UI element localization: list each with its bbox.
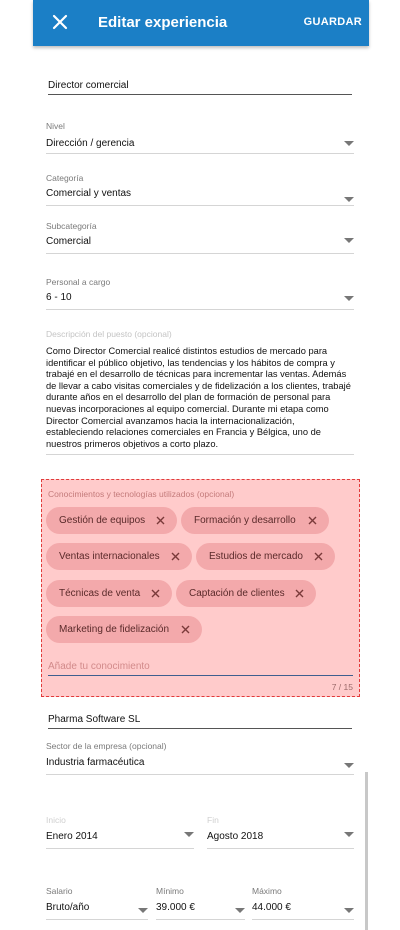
sector-select[interactable]: Sector de la empresa (opcional) Industri… (46, 741, 354, 775)
chevron-down-icon (344, 763, 354, 768)
skill-chip-label: Ventas internacionales (59, 551, 160, 562)
skill-chip[interactable]: Gestión de equipos (46, 507, 177, 534)
level-value: Dirección / gerencia (46, 138, 135, 149)
scrollbar[interactable] (365, 772, 368, 930)
subcategory-label: Subcategoría (46, 221, 97, 231)
skills-section: Conocimientos y tecnologías utilizados (… (41, 479, 360, 697)
subcategory-value: Comercial (46, 236, 92, 247)
chevron-down-icon (344, 141, 354, 146)
chevron-down-icon (138, 908, 148, 913)
skill-chip-label: Gestión de equipos (59, 515, 146, 526)
staff-label: Personal a cargo (46, 277, 111, 287)
salary-max-value: 44.000 € (252, 902, 291, 913)
sector-value: Industria farmacéutica (46, 757, 145, 768)
close-icon[interactable] (181, 625, 190, 634)
skill-chip[interactable]: Estudios de mercado (196, 543, 335, 570)
skill-chip-label: Técnicas de venta (59, 588, 141, 599)
description-label: Descripción del puesto (opcional) (46, 329, 172, 339)
salary-min-select[interactable]: Mínimo 39.000 € (156, 886, 245, 920)
chevron-down-icon (344, 832, 354, 837)
chevron-down-icon (344, 238, 354, 243)
close-icon[interactable] (295, 589, 304, 598)
staff-value: 6 - 10 (46, 292, 72, 303)
start-date-select[interactable]: Inicio Enero 2014 (46, 815, 194, 849)
close-icon[interactable] (308, 516, 317, 525)
description-field[interactable]: Descripción del puesto (opcional) Como D… (46, 329, 354, 455)
description-text: Como Director Comercial realicé distinto… (46, 346, 351, 449)
close-icon[interactable] (49, 11, 71, 33)
category-label: Categoría (46, 173, 84, 183)
skills-counter: 7 / 15 (331, 682, 353, 692)
close-icon[interactable] (314, 552, 323, 561)
skill-chip[interactable]: Técnicas de venta (46, 580, 172, 607)
page-title: Editar experiencia (98, 14, 228, 31)
skill-chip-label: Captación de clientes (189, 588, 285, 599)
close-icon[interactable] (171, 552, 180, 561)
end-date-select[interactable]: Fin Agosto 2018 (207, 815, 354, 849)
add-skill-underline (48, 675, 353, 676)
end-date-label: Fin (207, 815, 219, 825)
chevron-down-icon (344, 296, 354, 301)
salary-max-select[interactable]: Máximo 44.000 € (252, 886, 354, 920)
salary-min-value: 39.000 € (156, 902, 195, 913)
skill-chip[interactable]: Marketing de fidelización (46, 616, 202, 643)
add-skill-input[interactable] (48, 658, 351, 674)
skill-chip-label: Marketing de fidelización (59, 624, 170, 635)
salary-value: Bruto/año (46, 902, 90, 913)
skill-chip[interactable]: Ventas internacionales (46, 543, 192, 570)
level-label: Nivel (46, 121, 65, 131)
salary-label: Salario (46, 886, 73, 896)
chevron-down-icon (235, 908, 245, 913)
chevron-down-icon (184, 832, 194, 837)
category-select[interactable]: Categoría Comercial y ventas (46, 173, 354, 206)
end-date-value: Agosto 2018 (207, 831, 264, 842)
skill-chip[interactable]: Captación de clientes (176, 580, 316, 607)
staff-select[interactable]: Personal a cargo 6 - 10 (46, 277, 354, 310)
close-icon[interactable] (151, 589, 160, 598)
salary-min-label: Mínimo (156, 886, 184, 896)
salary-type-select[interactable]: Salario Bruto/año (46, 886, 148, 920)
skill-chip-label: Estudios de mercado (209, 551, 303, 562)
app-bar: Editar experiencia GUARDAR (33, 0, 369, 46)
sector-label: Sector de la empresa (opcional) (46, 741, 167, 751)
chevron-down-icon (344, 197, 354, 202)
subcategory-select[interactable]: Subcategoría Comercial (46, 221, 354, 254)
skill-chip[interactable]: Formación y desarrollo (181, 507, 329, 534)
position-title-value: Director comercial (48, 80, 129, 91)
close-icon[interactable] (156, 516, 165, 525)
skills-label: Conocimientos y tecnologías utilizados (… (48, 489, 235, 499)
salary-max-label: Máximo (252, 886, 282, 896)
company-field[interactable]: Pharma Software SL (48, 714, 352, 730)
save-button[interactable]: GUARDAR (304, 16, 362, 28)
start-date-value: Enero 2014 (46, 831, 98, 842)
company-value: Pharma Software SL (48, 714, 141, 725)
start-date-label: Inicio (46, 815, 66, 825)
level-select[interactable]: Nivel Dirección / gerencia (46, 121, 354, 154)
position-title-field[interactable]: Director comercial (48, 80, 352, 96)
chevron-down-icon (344, 908, 354, 913)
skill-chip-label: Formación y desarrollo (194, 515, 296, 526)
category-value: Comercial y ventas (46, 188, 132, 199)
